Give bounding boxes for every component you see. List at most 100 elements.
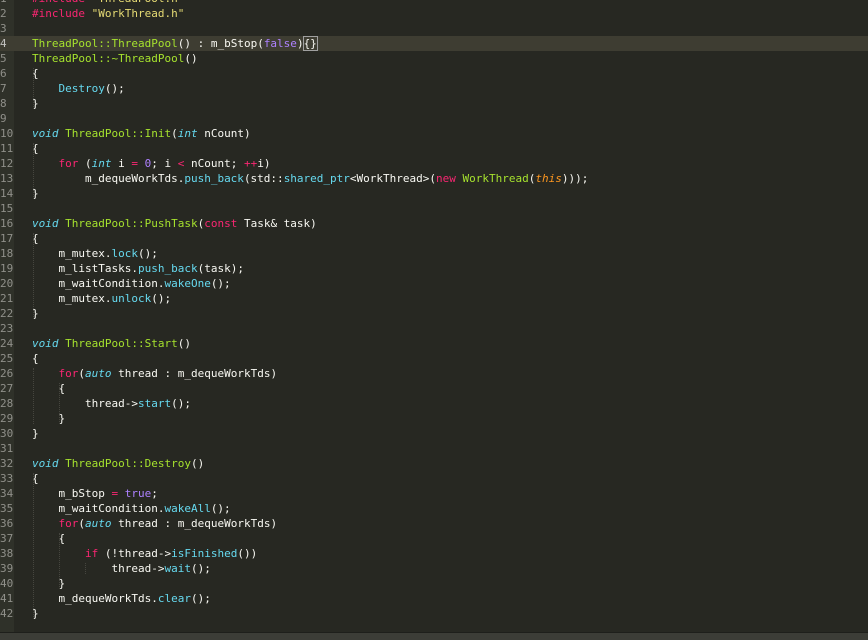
line-number: 28	[0, 397, 14, 410]
line-number: 20	[0, 277, 14, 290]
code-token: void	[32, 457, 59, 470]
code-text[interactable]: for (int i = 0; i < nCount; ++i)	[32, 156, 271, 171]
code-line[interactable]: 8}	[0, 96, 868, 111]
code-text[interactable]: {	[32, 381, 65, 396]
code-line[interactable]: 41 m_dequeWorkTds.clear();	[0, 591, 868, 606]
code-line[interactable]: 35 m_waitCondition.wakeAll();	[0, 501, 868, 516]
code-line[interactable]: 18 m_mutex.lock();	[0, 246, 868, 261]
code-line[interactable]: 3	[0, 21, 868, 36]
code-text[interactable]: {	[32, 351, 39, 366]
code-line[interactable]: 29 }	[0, 411, 868, 426]
code-token: m_bStop	[32, 487, 112, 500]
code-text[interactable]: thread->start();	[32, 396, 191, 411]
code-line[interactable]: 38 if (!thread->isFinished())	[0, 546, 868, 561]
code-text[interactable]: ThreadPool::~ThreadPool()	[32, 51, 198, 66]
code-text[interactable]: void ThreadPool::Init(int nCount)	[32, 126, 251, 141]
code-line[interactable]: 33{	[0, 471, 868, 486]
code-token: }	[32, 577, 66, 590]
code-text[interactable]: {	[32, 531, 65, 546]
code-line[interactable]: 36 for(auto thread : m_dequeWorkTds)	[0, 516, 868, 531]
code-line[interactable]: 21 m_mutex.unlock();	[0, 291, 868, 306]
code-line[interactable]: 24 void ThreadPool::Start()	[0, 336, 868, 351]
code-line[interactable]: 7 Destroy();	[0, 81, 868, 96]
code-line[interactable]: 4 ThreadPool::ThreadPool() : m_bStop(fals…	[0, 36, 868, 51]
code-line[interactable]: 9	[0, 111, 868, 126]
code-line[interactable]: 27 {	[0, 381, 868, 396]
code-token: }	[32, 427, 39, 440]
code-line[interactable]: 15	[0, 201, 868, 216]
code-line[interactable]: 11{	[0, 141, 868, 156]
line-number: 2	[0, 7, 7, 20]
code-token: (	[78, 367, 85, 380]
code-line[interactable]: 13 m_dequeWorkTds.push_back(std::shared_…	[0, 171, 868, 186]
code-text[interactable]: m_waitCondition.wakeAll();	[32, 501, 230, 516]
code-token: Task& task)	[237, 217, 317, 230]
code-text[interactable]: void ThreadPool::PushTask(const Task& ta…	[32, 216, 317, 231]
code-text[interactable]: void ThreadPool::Start()	[32, 336, 191, 351]
code-text[interactable]: m_dequeWorkTds.clear();	[32, 591, 210, 606]
code-line[interactable]: 23	[0, 321, 868, 336]
code-text[interactable]: Destroy();	[32, 81, 125, 96]
code-text[interactable]: m_dequeWorkTds.push_back(std::shared_ptr…	[32, 171, 595, 186]
code-text[interactable]: m_bStop = true;	[32, 486, 157, 501]
code-line[interactable]: 25 {	[0, 351, 868, 366]
code-text[interactable]: for(auto thread : m_dequeWorkTds)	[32, 366, 278, 381]
code-text[interactable]: m_listTasks.push_back(task);	[32, 261, 243, 276]
code-line[interactable]: 32 void ThreadPool::Destroy()	[0, 456, 868, 471]
code-token: m_mutex.	[32, 292, 112, 305]
code-token: ThreadPool::ThreadPool	[32, 37, 178, 50]
indent-guide	[33, 233, 34, 319]
code-line[interactable]: 34 m_bStop = true;	[0, 486, 868, 501]
code-line[interactable]: 28 thread->start();	[0, 396, 868, 411]
line-number: 32	[0, 457, 14, 470]
code-line[interactable]: 6{	[0, 66, 868, 81]
code-text[interactable]: if (!thread->isFinished())	[32, 546, 257, 561]
code-line[interactable]: 14}	[0, 186, 868, 201]
code-line[interactable]: 16 void ThreadPool::PushTask(const Task& …	[0, 216, 868, 231]
code-line[interactable]: 2 #include "WorkThread.h"	[0, 6, 868, 21]
code-line[interactable]: 30}	[0, 426, 868, 441]
code-token: m_listTasks.	[32, 262, 138, 275]
code-line[interactable]: 17{	[0, 231, 868, 246]
code-token: "ThreadPool.h"	[92, 0, 185, 5]
code-line[interactable]: 26 for(auto thread : m_dequeWorkTds)	[0, 366, 868, 381]
code-line[interactable]: 39 thread->wait();	[0, 561, 868, 576]
code-editor[interactable]: 1#include "ThreadPool.h"2#include "WorkT…	[0, 0, 868, 632]
code-text[interactable]: }	[32, 411, 65, 426]
code-token: )));	[561, 172, 595, 185]
code-token: ();	[171, 397, 191, 410]
code-token: ThreadPool::Destroy	[65, 457, 191, 470]
code-text[interactable]: m_mutex.lock();	[32, 246, 157, 261]
code-text[interactable]: ThreadPool::ThreadPool() : m_bStop(false…	[32, 36, 318, 51]
code-text[interactable]: }	[32, 426, 39, 441]
code-token: :	[190, 37, 211, 50]
code-line[interactable]: 40 }	[0, 576, 868, 591]
code-line[interactable]: 37 {	[0, 531, 868, 546]
code-text[interactable]: m_waitCondition.wakeOne();	[32, 276, 230, 291]
code-line[interactable]: 5 ThreadPool::~ThreadPool()	[0, 51, 868, 66]
code-token: lock	[111, 247, 138, 260]
code-token: i	[111, 157, 132, 170]
code-line[interactable]: 31	[0, 441, 868, 456]
code-token: push_back	[184, 172, 244, 185]
code-text[interactable]: m_mutex.unlock();	[32, 291, 171, 306]
line-number: 29	[0, 412, 14, 425]
code-line[interactable]: 22}	[0, 306, 868, 321]
code-line[interactable]: 19 m_listTasks.push_back(task);	[0, 261, 868, 276]
indent-guide	[59, 383, 60, 424]
code-text[interactable]: void ThreadPool::Destroy()	[32, 456, 204, 471]
code-text[interactable]: #include "WorkThread.h"	[32, 6, 184, 21]
code-text[interactable]: for(auto thread : m_dequeWorkTds)	[32, 516, 278, 531]
line-number: 12	[0, 157, 14, 170]
code-line[interactable]: 42}	[0, 606, 868, 621]
code-token: new	[436, 172, 456, 185]
code-line[interactable]: 20 m_waitCondition.wakeOne();	[0, 276, 868, 291]
code-line[interactable]: 10 void ThreadPool::Init(int nCount)	[0, 126, 868, 141]
code-token: void	[32, 217, 59, 230]
code-line[interactable]: 12 for (int i = 0; i < nCount; ++i)	[0, 156, 868, 171]
code-text[interactable]: }	[32, 576, 65, 591]
code-token: const	[204, 217, 238, 230]
